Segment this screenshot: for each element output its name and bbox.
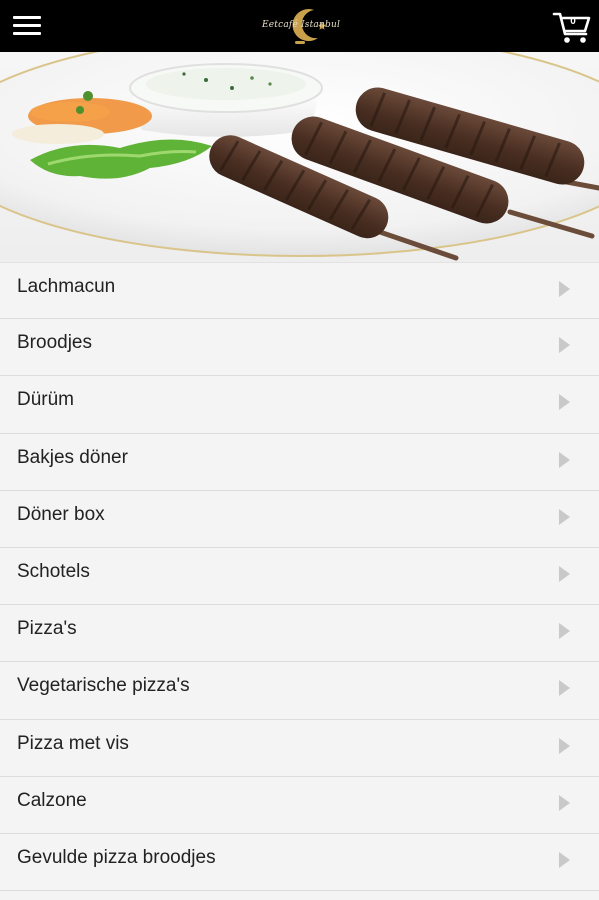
chevron-right-icon bbox=[559, 565, 570, 582]
category-label: Dürüm bbox=[17, 389, 75, 411]
shopping-cart-icon[interactable]: 0 bbox=[552, 10, 592, 46]
menu-line bbox=[13, 24, 41, 27]
restaurant-logo[interactable]: Eetcafé Istanbul bbox=[262, 4, 341, 48]
category-list: Lachmacun Broodjes Dürüm Bakjes döner Dö… bbox=[0, 262, 599, 892]
top-bar: Eetcafé Istanbul 0 bbox=[0, 0, 599, 52]
category-label: Schotels bbox=[17, 560, 90, 582]
category-label: Pizza's bbox=[17, 618, 77, 640]
chevron-right-icon bbox=[559, 851, 570, 868]
category-item-broodjes[interactable]: Broodjes bbox=[0, 319, 599, 377]
menu-line bbox=[13, 16, 41, 19]
chevron-right-icon bbox=[559, 451, 570, 468]
logo-text: Eetcafé Istanbul bbox=[262, 20, 341, 30]
category-item-schotels[interactable]: Schotels bbox=[0, 547, 599, 606]
menu-line bbox=[13, 32, 41, 35]
chevron-right-icon bbox=[559, 394, 570, 411]
cart-count-badge: 0 bbox=[570, 16, 576, 27]
category-label: Döner box bbox=[17, 503, 105, 525]
chevron-right-icon bbox=[559, 794, 570, 811]
app-screen: Eetcafé Istanbul 0 Lachmacun Broodjes Dü… bbox=[0, 0, 599, 900]
category-item-bakjes-doner[interactable]: Bakjes döner bbox=[0, 433, 599, 491]
chevron-right-icon bbox=[559, 737, 570, 754]
category-item-doner-box[interactable]: Döner box bbox=[0, 490, 599, 548]
category-item-calzone[interactable]: Calzone bbox=[0, 776, 599, 834]
category-item-lachmacun[interactable]: Lachmacun bbox=[0, 262, 599, 320]
category-label: Pizza met vis bbox=[17, 732, 129, 754]
category-label: Calzone bbox=[17, 789, 87, 811]
hamburger-menu-icon[interactable] bbox=[10, 10, 44, 42]
chevron-right-icon bbox=[559, 337, 570, 354]
category-label: Broodjes bbox=[17, 332, 92, 354]
chevron-right-icon bbox=[559, 680, 570, 697]
category-label: Gevulde pizza broodjes bbox=[17, 846, 216, 868]
category-label: Lachmacun bbox=[17, 276, 116, 297]
category-item-vegetarische-pizzas[interactable]: Vegetarische pizza's bbox=[0, 662, 599, 720]
chevron-right-icon bbox=[559, 623, 570, 640]
category-item-pizza-met-vis[interactable]: Pizza met vis bbox=[0, 719, 599, 777]
kebab-plate-image bbox=[0, 52, 599, 261]
chevron-right-icon bbox=[559, 281, 570, 297]
category-item-pizzas[interactable]: Pizza's bbox=[0, 605, 599, 663]
category-label: Bakjes döner bbox=[17, 446, 128, 468]
category-item-durum[interactable]: Dürüm bbox=[0, 376, 599, 434]
chevron-right-icon bbox=[559, 508, 570, 525]
category-item-gevulde-pizza-broodjes[interactable]: Gevulde pizza broodjes bbox=[0, 833, 599, 892]
hero-food-image bbox=[0, 52, 599, 262]
category-label: Vegetarische pizza's bbox=[17, 675, 190, 697]
